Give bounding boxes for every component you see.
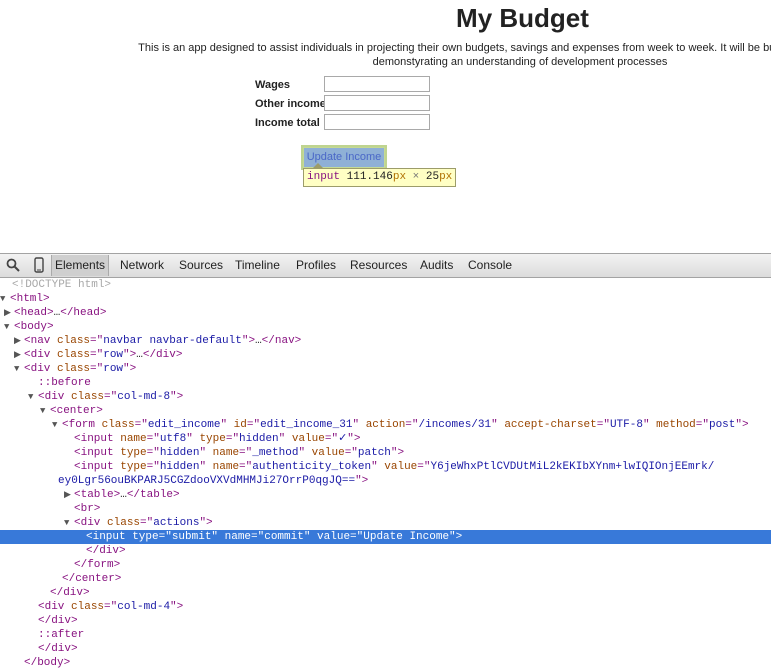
device-mode-icon[interactable] bbox=[32, 257, 50, 274]
tab-profiles[interactable]: Profiles bbox=[296, 258, 336, 272]
tree-node[interactable]: </div> bbox=[0, 586, 771, 600]
rendered-page: My Budget This is an app designed to ass… bbox=[0, 0, 771, 253]
tree-node[interactable]: </div> bbox=[0, 642, 771, 656]
tooltip-height-unit: px bbox=[439, 171, 453, 183]
expand-down-icon[interactable]: ▼ bbox=[52, 418, 62, 432]
other-income-input[interactable] bbox=[324, 95, 430, 111]
dom-tree: <!DOCTYPE html> ▼ <html> ▶ <head>…</head> ▼ <b… bbox=[0, 278, 771, 669]
tree-node[interactable]: ::before bbox=[0, 376, 771, 390]
tab-audits[interactable]: Audits bbox=[420, 258, 453, 272]
selected-tree-node[interactable]: <input type="submit" name="commit" value… bbox=[0, 530, 771, 544]
tree-node[interactable]: ▶ <head>…</head> bbox=[0, 306, 771, 320]
page-title: My Budget bbox=[456, 3, 589, 33]
tooltip-width: 111.146 bbox=[346, 171, 393, 183]
tree-node[interactable]: ey0Lgr56ouBKPARJ5CGZdooVXVdMHMJi27OrrP0q… bbox=[0, 474, 771, 488]
tree-node[interactable]: </form> bbox=[0, 558, 771, 572]
tab-network[interactable]: Network bbox=[120, 258, 164, 272]
expand-right-icon[interactable]: ▶ bbox=[4, 306, 14, 320]
tree-node[interactable]: ▼ <div class="col-md-8"> bbox=[0, 390, 771, 404]
devtools-panel: Elements Network Sources Timeline Profil… bbox=[0, 253, 771, 669]
expand-down-icon[interactable]: ▼ bbox=[28, 390, 38, 404]
tooltip-tag: input bbox=[307, 171, 341, 183]
tree-node[interactable]: ▼ <html> bbox=[0, 292, 771, 306]
tree-node[interactable]: ▼ <body> bbox=[0, 320, 771, 334]
expand-down-icon[interactable]: ▼ bbox=[0, 292, 10, 306]
wages-input[interactable] bbox=[324, 76, 430, 92]
tree-node[interactable]: <div class="col-md-4"> bbox=[0, 600, 771, 614]
income-total-label: Income total bbox=[255, 117, 320, 129]
expand-right-icon[interactable]: ▶ bbox=[14, 348, 24, 362]
tree-node[interactable]: </div> bbox=[0, 544, 771, 558]
tree-node[interactable]: <input type="hidden" name="_method" valu… bbox=[0, 446, 771, 460]
expand-down-icon[interactable]: ▼ bbox=[40, 404, 50, 418]
tree-node[interactable]: <br> bbox=[0, 502, 771, 516]
expand-down-icon[interactable]: ▼ bbox=[64, 516, 74, 530]
description-line-1: This is an app designed to assist indivi… bbox=[138, 42, 771, 54]
tooltip-height: 25 bbox=[425, 171, 440, 183]
tab-console[interactable]: Console bbox=[468, 258, 512, 272]
tree-node[interactable]: ▼ <form class="edit_income" id="edit_inco… bbox=[0, 418, 771, 432]
tab-sources[interactable]: Sources bbox=[179, 258, 223, 272]
tree-node[interactable]: ▼ <div class="actions"> bbox=[0, 516, 771, 530]
tree-node[interactable]: ▼ <center> bbox=[0, 404, 771, 418]
tooltip-width-unit: px bbox=[392, 171, 407, 183]
tree-node[interactable]: <input type="hidden" name="authenticity_… bbox=[0, 460, 771, 474]
tab-elements[interactable]: Elements bbox=[51, 255, 110, 276]
expand-right-icon[interactable]: ▶ bbox=[14, 334, 24, 348]
page-description: This is an app designed to assist indivi… bbox=[24, 41, 771, 69]
tree-node[interactable]: </div> bbox=[0, 614, 771, 628]
tree-node[interactable]: <!DOCTYPE html> bbox=[0, 278, 771, 292]
tree-node[interactable]: ▶ <nav class="navbar navbar-default">…</n… bbox=[0, 334, 771, 348]
tree-node[interactable]: </center> bbox=[0, 572, 771, 586]
tree-node[interactable]: <input name="utf8" type="hidden" value="… bbox=[0, 432, 771, 446]
description-line-2: demonstyrating an understanding of devel… bbox=[372, 56, 668, 68]
expand-down-icon[interactable]: ▼ bbox=[4, 320, 14, 334]
expand-down-icon[interactable]: ▼ bbox=[14, 362, 24, 376]
other-income-label: Other income bbox=[255, 98, 326, 110]
element-size-tooltip: input 111.146px × 25px bbox=[303, 168, 457, 187]
tree-node[interactable]: ▼ <div class="row"> bbox=[0, 362, 771, 376]
income-total-input[interactable] bbox=[324, 114, 430, 130]
tree-node[interactable]: ▶ <table>…</table> bbox=[0, 488, 771, 502]
tree-node[interactable]: </body> bbox=[0, 656, 771, 670]
tree-node[interactable]: ▶ <div class="row">…</div> bbox=[0, 348, 771, 362]
expand-right-icon[interactable]: ▶ bbox=[64, 488, 74, 502]
devtools-toolbar: Elements Network Sources Timeline Profil… bbox=[0, 254, 771, 278]
wages-label: Wages bbox=[255, 79, 291, 91]
tab-resources[interactable]: Resources bbox=[350, 258, 407, 272]
tooltip-separator: × bbox=[412, 171, 420, 183]
search-icon[interactable] bbox=[5, 257, 23, 274]
tab-timeline[interactable]: Timeline bbox=[235, 258, 280, 272]
tree-node[interactable]: ::after bbox=[0, 628, 771, 642]
